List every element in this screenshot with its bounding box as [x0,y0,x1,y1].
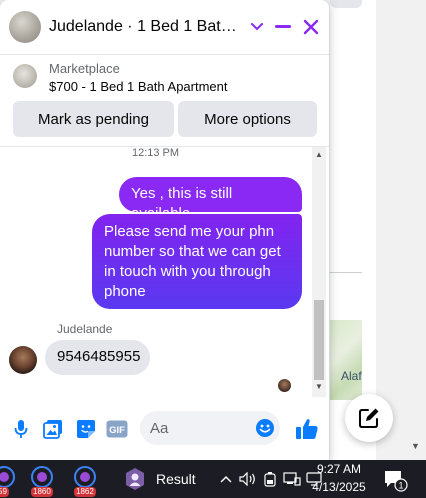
volume-icon[interactable] [239,470,257,488]
emoji-icon[interactable] [255,418,275,438]
background-button-edge [330,0,362,8]
close-icon[interactable] [297,13,325,41]
more-options-button[interactable]: More options [178,101,317,137]
taskbar-time[interactable]: 9:27 AM [314,462,364,476]
scroll-down-arrow-icon[interactable]: ▼ [312,382,326,391]
new-message-button[interactable] [345,394,393,442]
incoming-message[interactable]: 9546485955 [45,340,150,375]
microphone-icon[interactable] [10,418,32,440]
page-scrollbar[interactable] [376,0,426,460]
sender-avatar[interactable] [9,346,37,374]
minimize-icon[interactable] [269,13,297,41]
message-list: 12:13 PM Yes , this is still available P… [0,147,311,397]
system-tray [217,468,323,490]
gif-icon-label: GIF [109,425,125,436]
chat-window: Judelande · 1 Bed 1 Bath A... Marketplac… [0,0,329,460]
page-scroll-down-arrow[interactable]: ▼ [411,441,420,451]
taskbar-badge: 59 [0,487,9,497]
result-app-label[interactable]: Result [156,471,196,487]
battery-icon[interactable] [261,470,279,488]
notification-icon: 1 [385,471,408,492]
listing-avatar[interactable] [9,11,41,43]
thumbs-up-icon[interactable] [294,416,320,442]
taskbar-app-button[interactable]: 59 [0,466,16,497]
message-composer: GIF [0,398,329,460]
taskbar-date[interactable]: 4/13/2025 [312,480,366,494]
taskbar: 59 1860 1862 Result 9:27 AM 4/13/2025 1 [0,460,426,498]
outgoing-message[interactable]: Please send me your phn number so that w… [92,214,302,309]
chat-header[interactable]: Judelande · 1 Bed 1 Bath A... [0,0,329,54]
chat-title[interactable]: Judelande · 1 Bed 1 Bath A... [49,18,241,36]
listing-card: Marketplace $700 - 1 Bed 1 Bath Apartmen… [0,55,329,146]
taskbar-app-button[interactable]: 1860 [30,466,54,497]
notification-count: 1 [398,481,403,491]
map-label: Alaf [341,369,362,383]
message-timestamp: 12:13 PM [131,147,180,159]
taskbar-badge: 1860 [31,487,53,497]
show-hidden-icons-chevron-icon[interactable] [217,470,235,488]
background-map[interactable] [330,320,362,400]
sender-name: Judelande [57,322,113,336]
outgoing-message[interactable]: Yes , this is still available [119,177,302,222]
compose-icon [359,408,379,428]
notification-center-button[interactable]: 1 [383,468,409,492]
chevron-down-icon[interactable] [243,13,271,41]
gif-icon[interactable]: GIF [106,418,128,440]
taskbar-badge: 1862 [74,487,96,497]
sticker-icon[interactable] [75,418,97,440]
listing-title[interactable]: $700 - 1 Bed 1 Bath Apartment [49,79,228,94]
background-divider [330,272,362,273]
network-icon[interactable] [283,470,301,488]
taskbar-app-button[interactable]: 1862 [73,466,97,497]
listing-source: Marketplace [49,61,120,76]
listing-thumbnail[interactable] [13,64,37,88]
chat-scrollbar-thumb[interactable] [314,300,324,380]
photo-icon[interactable] [42,418,64,440]
seen-receipt-avatar [278,379,291,392]
mark-as-pending-button[interactable]: Mark as pending [13,101,174,137]
scroll-up-arrow-icon[interactable]: ▲ [312,150,326,159]
result-app-icon[interactable] [124,467,146,491]
